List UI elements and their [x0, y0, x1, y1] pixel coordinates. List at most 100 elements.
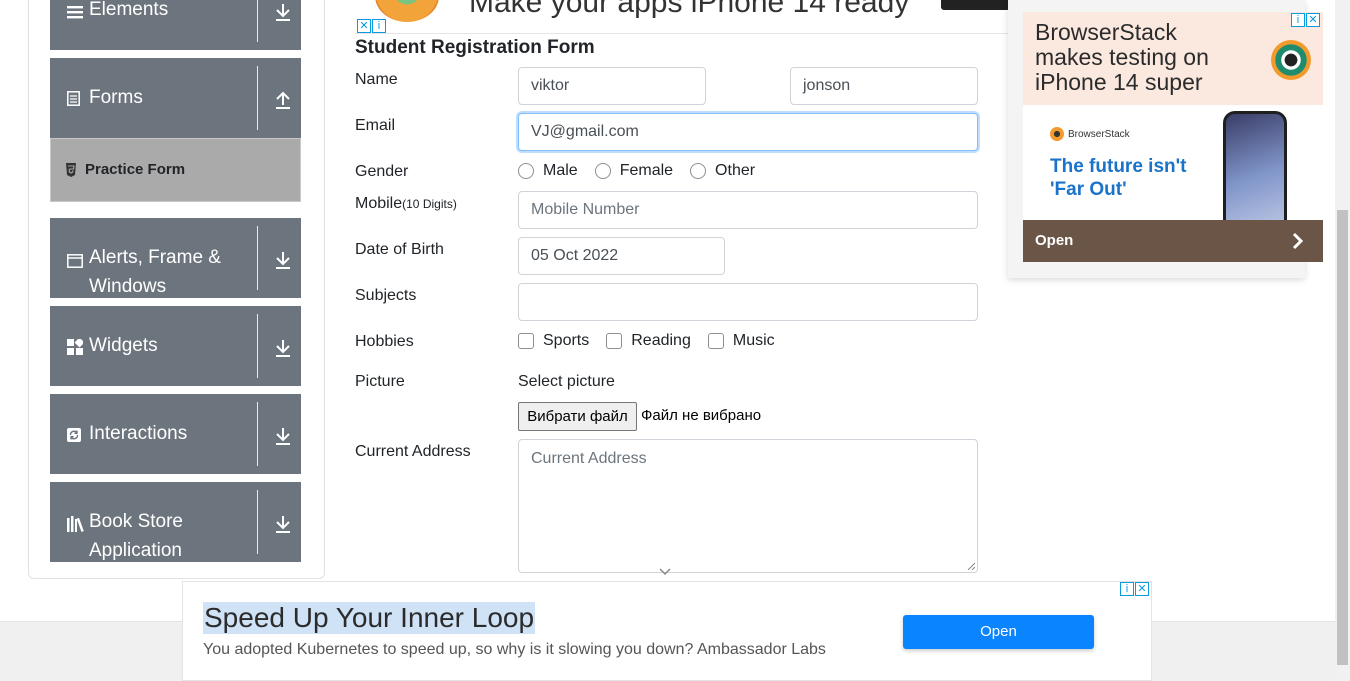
radio-button[interactable] — [518, 163, 534, 179]
sidebar-group-elements[interactable]: Elements — [50, 0, 301, 50]
sidebar-group-forms[interactable]: Forms — [50, 58, 301, 138]
ad-cta-bar[interactable]: Open — [1023, 220, 1323, 262]
gender-option-label: Female — [619, 162, 674, 179]
chevron-right-icon[interactable] — [1291, 232, 1303, 250]
ad-controls: i ✕ — [1291, 13, 1320, 27]
download-arrow-icon[interactable] — [274, 250, 292, 270]
checkbox[interactable] — [606, 333, 623, 349]
vertical-scrollbar[interactable] — [1335, 0, 1350, 681]
mobile-label-text: Mobile — [355, 195, 403, 212]
scrollbar-thumb[interactable] — [1337, 210, 1348, 665]
divider — [257, 226, 258, 290]
ad-creative[interactable]: BrowserStack makes testing on iPhone 14 … — [1023, 12, 1323, 262]
divider — [257, 0, 258, 42]
hobby-reading-option[interactable]: Reading — [606, 332, 691, 350]
page-title: Student Registration Form — [355, 37, 595, 58]
ad-open-label: Open — [1035, 232, 1074, 249]
radio-button[interactable] — [594, 163, 611, 179]
sidebar-group-label: Interactions — [89, 423, 188, 444]
divider — [257, 314, 258, 378]
info-icon[interactable]: i — [372, 19, 386, 33]
window-icon — [67, 254, 83, 268]
gender-female-option[interactable]: Female — [594, 162, 674, 180]
ad-button[interactable] — [941, 0, 1010, 10]
divider — [257, 490, 258, 554]
hobbies-options: Sports Reading Music — [518, 332, 792, 350]
bottom-banner-ad[interactable]: Speed Up Your Inner Loop You adopted Kub… — [182, 581, 1152, 681]
html5-icon — [66, 163, 76, 177]
ad-headline: BrowserStack makes testing on iPhone 14 … — [1035, 19, 1209, 95]
document-icon — [67, 91, 80, 106]
sidebar-group-book-store[interactable]: Book Store Application — [50, 482, 301, 562]
sidebar-group-widgets[interactable]: Widgets — [50, 306, 301, 386]
ad-controls: ✕ i — [357, 19, 386, 33]
gender-options: Male Female Other — [518, 162, 772, 180]
ad-tagline: The future isn't 'Far Out' — [1050, 156, 1187, 200]
browserstack-logo-icon — [1271, 40, 1311, 80]
hobby-label: Sports — [543, 332, 590, 349]
download-arrow-icon[interactable] — [274, 2, 292, 22]
first-name-input[interactable]: viktor — [518, 67, 706, 105]
gender-male-option[interactable]: Male — [518, 162, 578, 180]
sidebar-item-practice-form[interactable]: Practice Form — [50, 138, 301, 202]
email-label: Email — [355, 117, 396, 134]
picture-label: Picture — [355, 373, 405, 390]
download-arrow-icon[interactable] — [274, 514, 292, 534]
ad-title: Speed Up Your Inner Loop — [203, 602, 536, 634]
info-icon[interactable]: i — [1291, 13, 1305, 27]
sidebar-group-alerts[interactable]: Alerts, Frame & Windows — [50, 218, 301, 298]
sidebar-group-label: Book Store Application — [89, 511, 183, 561]
page: Elements Forms Practice Form Alerts, Fra… — [0, 0, 1350, 681]
download-arrow-icon[interactable] — [274, 426, 292, 446]
widgets-icon — [67, 339, 83, 355]
mobile-input[interactable]: Mobile Number — [518, 191, 978, 229]
hobby-label: Music — [732, 332, 775, 349]
chevron-down-icon[interactable] — [658, 567, 672, 577]
hobbies-label: Hobbies — [355, 333, 414, 350]
upload-arrow-icon[interactable] — [274, 89, 292, 109]
mobile-label: Mobile(10 Digits) — [355, 195, 457, 213]
resize-handle-icon[interactable] — [967, 562, 975, 570]
close-icon[interactable]: ✕ — [1306, 13, 1320, 27]
dob-input[interactable]: 05 Oct 2022 — [518, 237, 725, 275]
radio-button[interactable] — [690, 163, 707, 179]
divider — [257, 66, 258, 130]
dob-label: Date of Birth — [355, 241, 444, 258]
sidebar-group-label: Alerts, Frame & Windows — [89, 247, 221, 297]
mobile-hint: (10 Digits) — [402, 197, 457, 211]
right-sidebar-ad[interactable]: BrowserStack makes testing on iPhone 14 … — [1008, 0, 1323, 278]
ad-controls: i ✕ — [1120, 582, 1149, 596]
top-banner-ad[interactable]: Make your apps iPhone 14 ready — [355, 0, 1010, 34]
checkbox[interactable] — [707, 333, 724, 349]
sidebar-group-label: Widgets — [89, 335, 158, 356]
email-input[interactable]: VJ@gmail.com — [518, 113, 978, 151]
download-arrow-icon[interactable] — [274, 338, 292, 358]
file-status: Файл не вибрано — [641, 407, 762, 424]
info-icon[interactable]: i — [1120, 582, 1134, 596]
ad-brand-text: BrowserStack — [1068, 128, 1130, 140]
ad-subtitle: You adopted Kubernetes to speed up, so w… — [203, 641, 826, 658]
choose-file-button[interactable]: Вибрати файл — [518, 402, 637, 431]
last-name-input[interactable]: jonson — [790, 67, 978, 105]
books-icon — [67, 516, 84, 532]
name-label: Name — [355, 71, 398, 88]
address-label: Current Address — [355, 443, 471, 460]
sidebar-group-interactions[interactable]: Interactions — [50, 394, 301, 474]
gender-label: Gender — [355, 163, 409, 180]
subjects-label: Subjects — [355, 287, 417, 304]
checkbox[interactable] — [518, 333, 534, 349]
close-icon[interactable]: ✕ — [1135, 582, 1149, 596]
gender-option-label: Other — [715, 162, 756, 179]
close-icon[interactable]: ✕ — [357, 19, 371, 33]
address-placeholder: Current Address — [531, 450, 647, 467]
hobby-sports-option[interactable]: Sports — [518, 332, 589, 350]
ad-open-button[interactable]: Open — [903, 615, 1094, 649]
ad-brand: BrowserStack — [1050, 127, 1130, 141]
subjects-input[interactable] — [518, 283, 978, 321]
select-picture-label: Select picture — [518, 373, 615, 390]
brand-logo-icon — [1050, 127, 1064, 141]
ad-body: BrowserStack The future isn't 'Far Out' — [1023, 105, 1323, 241]
hobby-music-option[interactable]: Music — [707, 332, 775, 350]
current-address-textarea[interactable]: Current Address — [518, 439, 978, 573]
gender-other-option[interactable]: Other — [690, 162, 755, 180]
